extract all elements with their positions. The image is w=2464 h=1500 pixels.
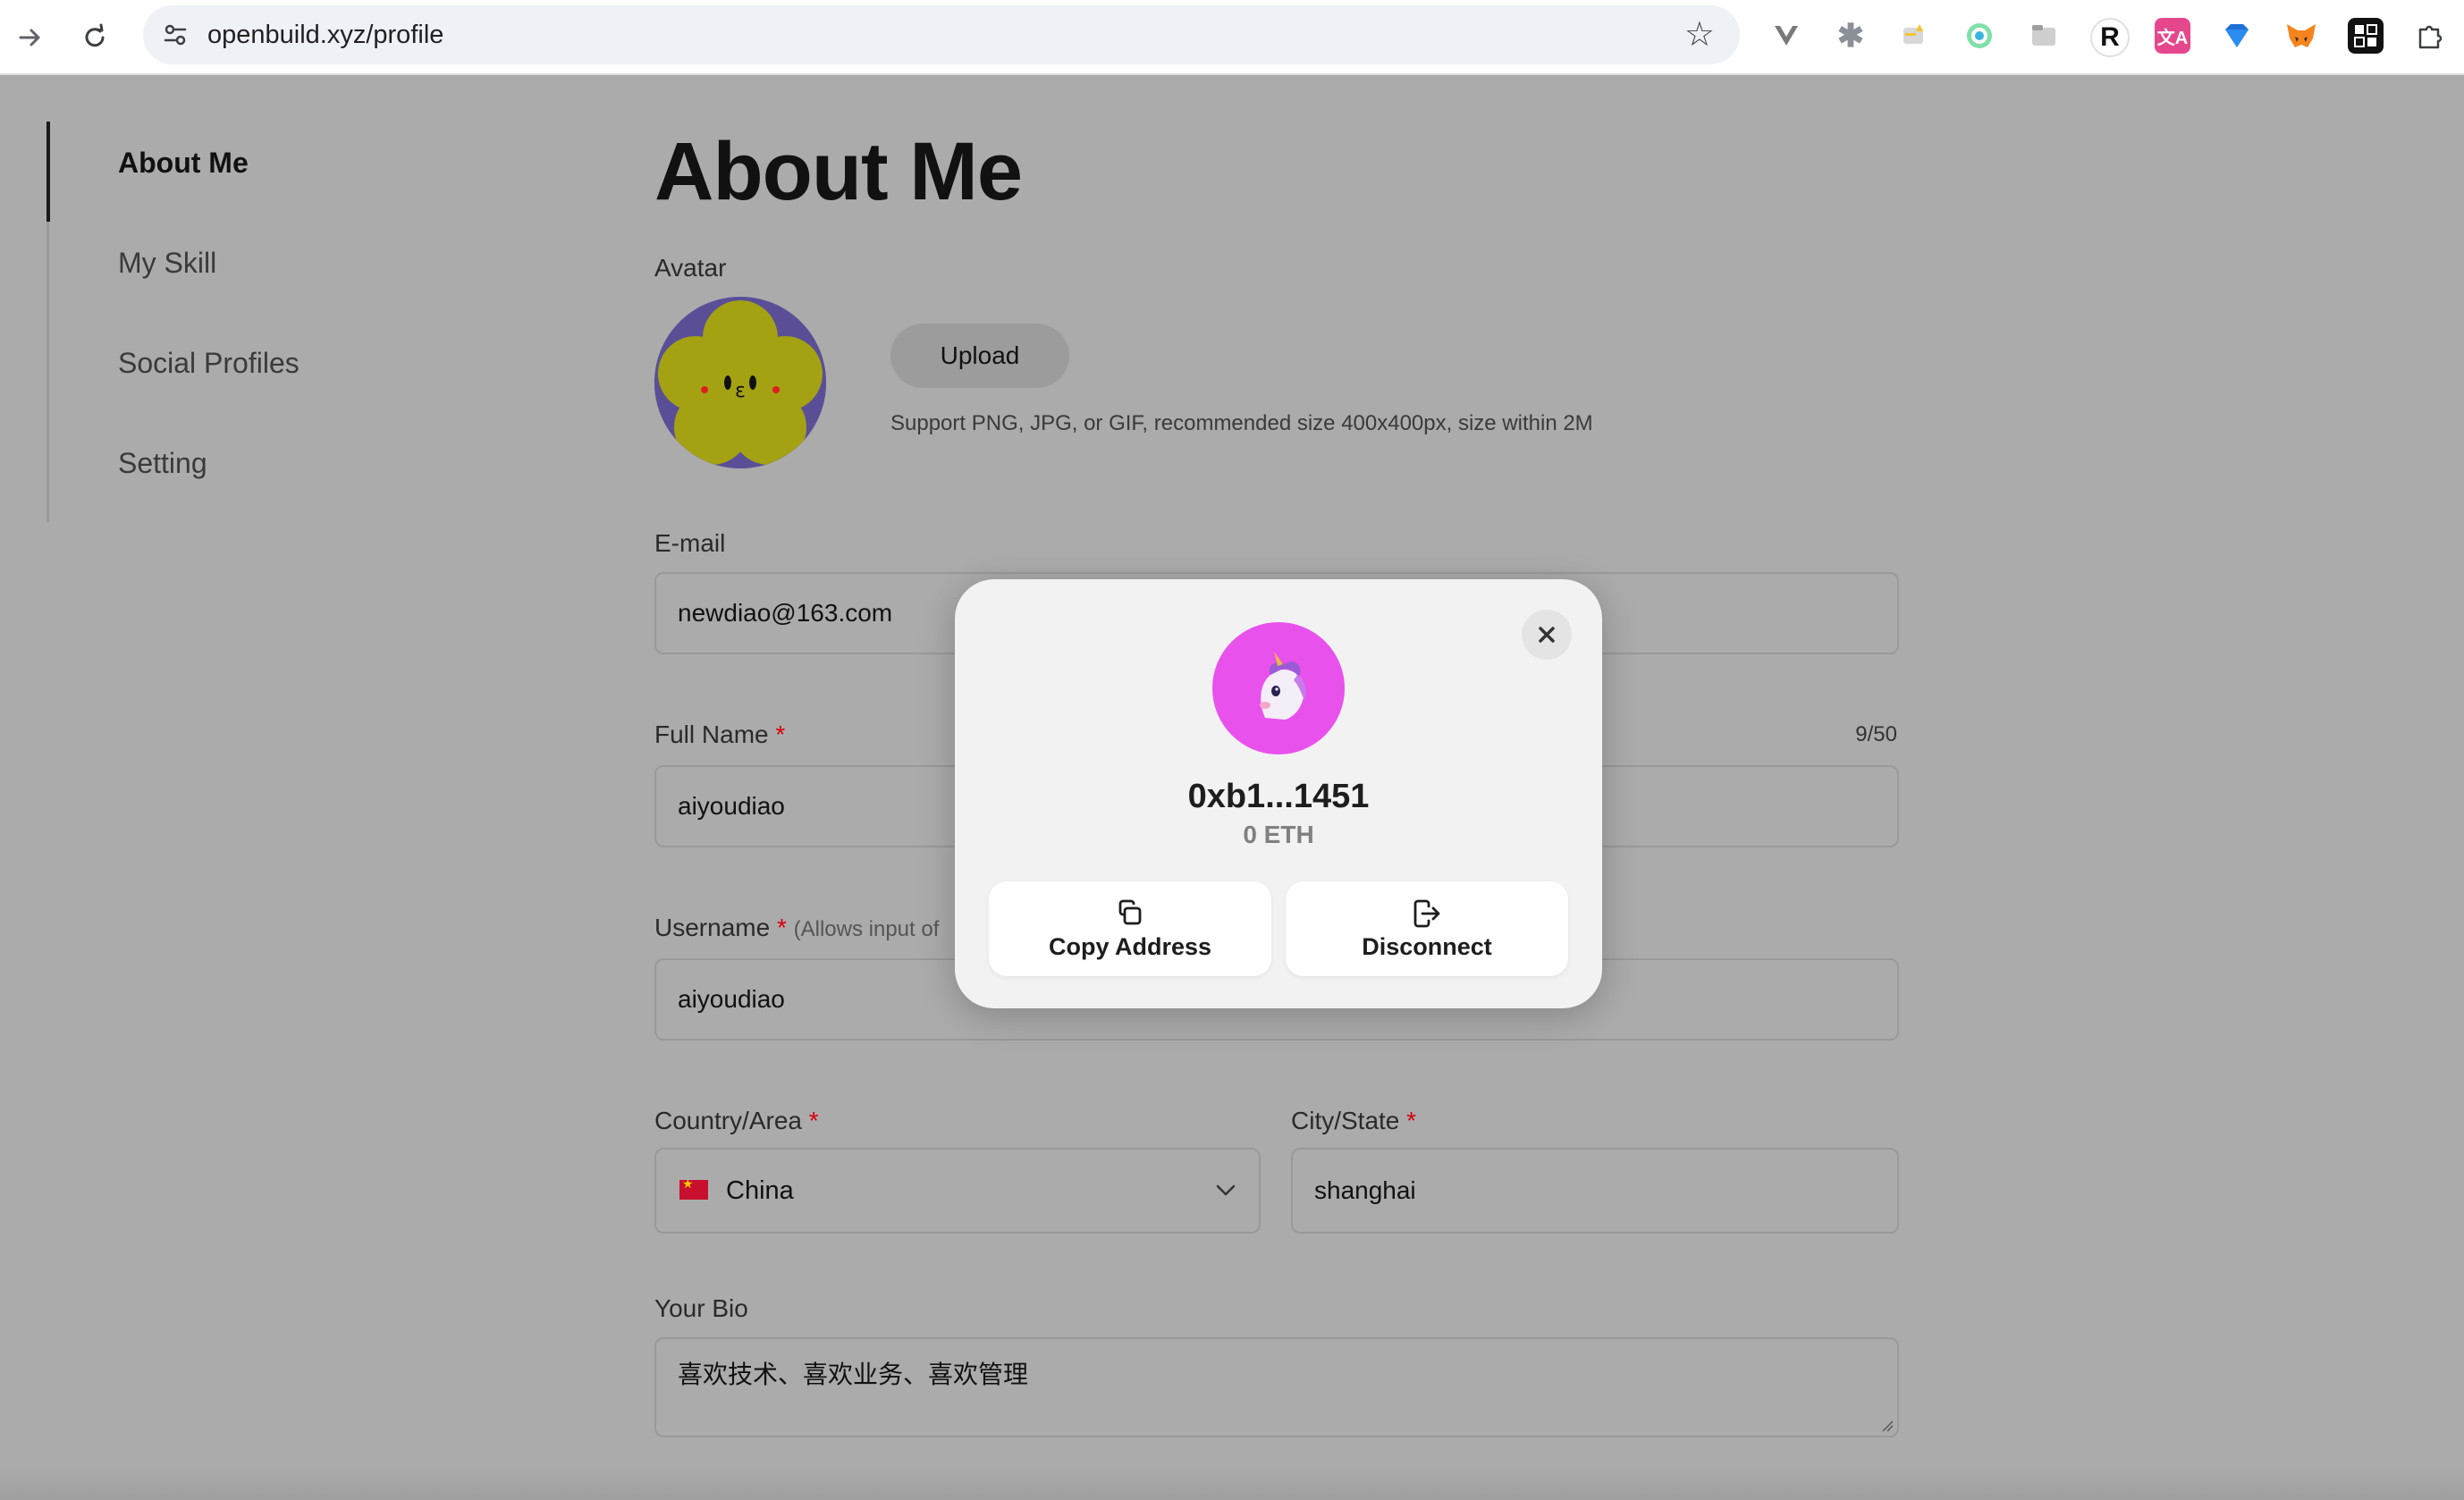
browser-toolbar: openbuild.xyz/profile ☆ ✱ R 文A [0,0,2464,75]
country-select[interactable]: China [654,1148,1261,1234]
reload-icon[interactable] [73,16,116,59]
tab-icon[interactable] [2026,18,2062,54]
sidebar-item-my-skill[interactable]: My Skill [118,247,216,280]
dice-icon[interactable] [2348,18,2384,54]
city-field[interactable] [1291,1148,1899,1234]
close-button[interactable] [1522,610,1572,660]
circle-target-icon[interactable] [1962,18,1997,54]
sidebar-active-indicator [46,122,50,222]
bio-text: 喜欢技术、喜欢业务、喜欢管理 [678,1361,1029,1388]
required-marker: * [776,914,787,941]
required-marker: * [808,1107,819,1134]
wallet-account-modal: 0xb1...1451 0 ETH Copy Address Disconnec… [955,579,1602,1008]
required-marker: * [775,721,786,748]
copy-icon [1118,899,1142,925]
bookmark-star-icon[interactable]: ☆ [1684,14,1715,55]
translate-icon[interactable]: 文A [2155,18,2190,54]
resize-grip-icon[interactable] [1881,1420,1894,1432]
country-label: Country/Area * [654,1107,819,1135]
china-flag-icon [679,1176,708,1200]
svg-text:ε: ε [735,380,746,402]
city-label-text: City/State [1291,1107,1400,1134]
avatar-label: Avatar [654,254,727,282]
bio-textarea[interactable]: 喜欢技术、喜欢业务、喜欢管理 [654,1337,1899,1437]
username-hint: (Allows input of [793,917,940,941]
wallet-balance: 0 ETH [1243,821,1314,848]
sidebar-item-setting[interactable]: Setting [118,447,207,480]
disconnect-button[interactable]: Disconnect [1286,881,1568,976]
bottom-shade [0,1464,2464,1500]
address-bar[interactable]: openbuild.xyz/profile ☆ [143,5,1740,64]
r-extension-icon[interactable]: R [2090,18,2130,57]
diamond-icon[interactable] [2219,18,2255,54]
sidebar-item-social-profiles[interactable]: Social Profiles [118,347,300,380]
full-name-label-text: Full Name [654,721,769,748]
page-title: About Me [654,126,1023,217]
forward-icon[interactable] [9,16,52,59]
upload-hint: Support PNG, JPG, or GIF, recommended si… [890,411,1593,435]
wallet-avatar [1212,622,1345,754]
chevron-down-icon [1216,1184,1236,1196]
copy-address-button[interactable]: Copy Address [989,881,1271,976]
asterisk-icon[interactable]: ✱ [1833,17,1869,54]
metamask-fox-icon[interactable] [2283,18,2319,54]
close-icon [1539,627,1555,643]
logout-icon [1413,899,1440,928]
sidebar-item-about-me[interactable]: About Me [118,147,249,180]
upload-button[interactable]: Upload [890,324,1069,388]
required-marker: * [1406,1107,1417,1134]
avatar[interactable]: ε [654,297,826,468]
site-settings-icon[interactable] [157,17,193,53]
puzzle-icon[interactable] [2412,18,2448,54]
city-label: City/State * [1291,1107,1416,1135]
url-text[interactable]: openbuild.xyz/profile [207,5,443,64]
username-label: Username * (Allows input of [654,914,939,942]
wallet-address: 0xb1...1451 [1187,778,1370,815]
email-label: E-mail [654,529,726,557]
unicorn-icon [1260,652,1306,720]
username-label-text: Username [654,914,771,941]
country-value: China [726,1176,794,1205]
country-label-text: Country/Area [654,1107,802,1134]
full-name-label: Full Name * [654,721,785,749]
copy-address-label: Copy Address [1048,933,1212,960]
vue-devtools-icon[interactable] [1768,18,1804,54]
bio-label: Your Bio [654,1294,748,1322]
highlighter-icon[interactable] [1897,18,1933,54]
disconnect-label: Disconnect [1362,933,1492,960]
full-name-counter: 9/50 [1855,722,1897,746]
